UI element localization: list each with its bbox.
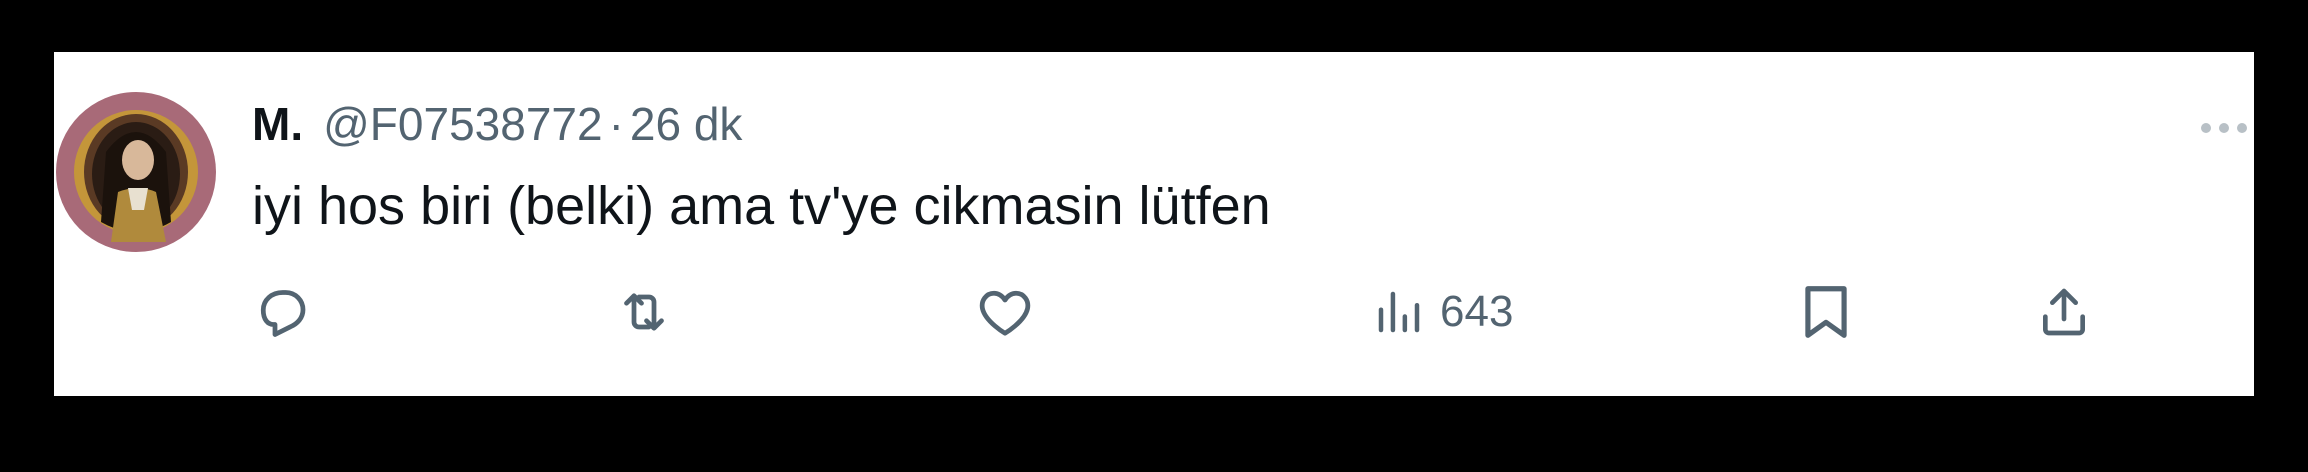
display-name[interactable]: M.	[252, 92, 303, 156]
views-count: 643	[1440, 287, 1514, 336]
tweet-timestamp[interactable]: 26 dk	[630, 92, 743, 156]
heart-icon	[974, 282, 1036, 342]
bookmark-button[interactable]	[1800, 276, 1852, 348]
reply-icon	[252, 282, 312, 342]
tweet-text: iyi hos biri (belki) ama tv'ye cikmasin …	[252, 176, 1271, 236]
avatar[interactable]	[56, 92, 216, 252]
share-icon	[2036, 281, 2092, 343]
reply-button[interactable]	[252, 276, 312, 348]
views-chart-icon	[1372, 282, 1426, 342]
more-icon[interactable]	[2196, 108, 2252, 148]
user-handle[interactable]: @F07538772	[323, 92, 602, 156]
share-button[interactable]	[2036, 276, 2092, 348]
views-button[interactable]: 643	[1372, 276, 1513, 348]
tweet-header: M. @F07538772 · 26 dk	[252, 92, 742, 156]
like-button[interactable]	[974, 276, 1036, 348]
bookmark-icon	[1800, 281, 1852, 343]
retweet-button[interactable]	[612, 276, 676, 348]
tweet-card[interactable]: M. @F07538772 · 26 dk iyi hos biri (belk…	[54, 52, 2254, 396]
separator-dot: ·	[608, 98, 624, 150]
action-bar: 643	[252, 276, 2152, 348]
retweet-icon	[612, 282, 676, 342]
